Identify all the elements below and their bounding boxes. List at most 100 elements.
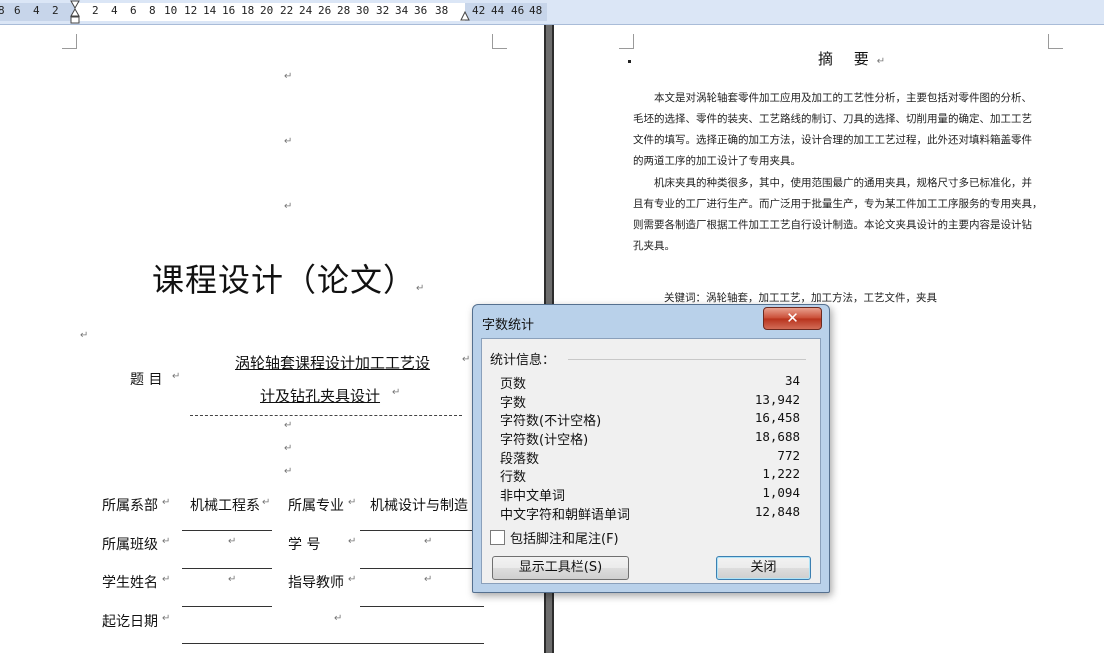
paragraph-mark: ↵ bbox=[162, 536, 171, 547]
stat-row-chars-no-spaces: 字符数(不计空格) 16,458 bbox=[500, 410, 800, 429]
ruler-tick: 4 bbox=[33, 4, 40, 17]
ruler-tick: 46 bbox=[511, 4, 525, 17]
stat-value: 18,688 bbox=[754, 429, 800, 444]
stat-value: 1,222 bbox=[762, 466, 800, 481]
crop-mark bbox=[492, 34, 507, 49]
ruler-tick: 48 bbox=[529, 4, 543, 17]
stat-row-pages: 页数 34 bbox=[500, 373, 800, 392]
stat-value: 12,848 bbox=[754, 504, 800, 519]
paragraph-mark: ↵ bbox=[392, 387, 401, 398]
stat-label: 段落数 bbox=[500, 452, 540, 467]
horizontal-ruler[interactable]: 8 6 4 2 2 4 6 8 10 12 14 16 18 20 22 24 … bbox=[0, 0, 1104, 25]
stat-label: 中文字符和朝鲜语单词 bbox=[500, 508, 631, 523]
stat-value: 1,094 bbox=[762, 485, 800, 500]
ruler-tick: 2 bbox=[92, 4, 99, 17]
stat-row-chars-with-spaces: 字符数(计空格) 18,688 bbox=[500, 429, 800, 448]
ruler-tick: 14 bbox=[203, 4, 217, 17]
stat-value: 772 bbox=[777, 448, 800, 463]
dialog-titlebar[interactable]: 字数统计 ✕ bbox=[473, 305, 829, 339]
stat-row-lines: 行数 1,222 bbox=[500, 466, 800, 485]
paragraph-mark: ↵ bbox=[262, 497, 271, 508]
ruler-tick: 38 bbox=[435, 4, 449, 17]
abstract-title: 摘 要↵ bbox=[818, 50, 886, 68]
include-footnotes-checkbox[interactable] bbox=[490, 530, 505, 545]
paragraph-mark: ↵ bbox=[228, 536, 237, 547]
right-indent-marker[interactable] bbox=[460, 0, 470, 24]
stat-value: 13,942 bbox=[754, 392, 800, 407]
abstract-line: 文件的填写。选择正确的加工方法，设计合理的加工工艺过程，此外还对填料箱盖零件 bbox=[633, 134, 1032, 146]
crop-mark bbox=[62, 34, 77, 49]
underline bbox=[360, 606, 484, 607]
close-icon[interactable]: ✕ bbox=[763, 307, 822, 330]
ruler-tick: 2 bbox=[52, 4, 59, 17]
stat-row-paragraphs: 段落数 772 bbox=[500, 448, 800, 467]
advisor-label: 指导教师 bbox=[288, 575, 344, 591]
ruler-tick: 6 bbox=[130, 4, 137, 17]
paragraph-mark: ↵ bbox=[172, 371, 181, 382]
paragraph-mark: ↵ bbox=[162, 497, 171, 508]
paragraph-mark: ↵ bbox=[284, 466, 293, 477]
crop-mark bbox=[1048, 34, 1063, 49]
section-divider bbox=[190, 415, 462, 416]
ruler-tick: 42 bbox=[472, 4, 486, 17]
major-value: 机械设计与制造 bbox=[370, 498, 468, 514]
close-button[interactable]: 关闭 bbox=[716, 556, 811, 580]
ruler-tick: 30 bbox=[356, 4, 370, 17]
stat-row-non-chinese-words: 非中文单词 1,094 bbox=[500, 485, 800, 504]
class-label: 所属班级 bbox=[102, 537, 158, 553]
underline bbox=[360, 568, 484, 569]
abstract-line: 毛坯的选择、零件的装夹、工艺路线的制订、刀具的选择、切削用量的确定、加工工艺 bbox=[633, 113, 1032, 125]
ruler-tick: 4 bbox=[111, 4, 118, 17]
ruler-tick: 6 bbox=[14, 4, 21, 17]
paragraph-mark: ↵ bbox=[284, 136, 293, 147]
underline bbox=[360, 530, 484, 531]
paragraph-mark: ↵ bbox=[162, 613, 171, 624]
stat-label: 字数 bbox=[500, 396, 527, 411]
dept-label: 所属系部 bbox=[102, 498, 158, 514]
paragraph-mark: ↵ bbox=[284, 443, 293, 454]
crop-mark bbox=[619, 34, 634, 49]
stat-value: 34 bbox=[784, 373, 800, 388]
student-name-label: 学生姓名 bbox=[102, 575, 158, 591]
include-footnotes-label[interactable]: 包括脚注和尾注(F) bbox=[510, 528, 619, 547]
paragraph-mark: ↵ bbox=[348, 574, 357, 585]
ruler-tick: 32 bbox=[376, 4, 390, 17]
dialog-body: 统计信息： 页数 34 字数 13,942 字符数(不计空格) 16,458 字… bbox=[481, 338, 821, 584]
word-count-dialog[interactable]: 字数统计 ✕ 统计信息： 页数 34 字数 13,942 字符数(不计空格) 1… bbox=[472, 304, 830, 593]
paragraph-mark: ↵ bbox=[228, 574, 237, 585]
paragraph-mark: ↵ bbox=[284, 420, 293, 431]
topic-value-line1: 涡轮轴套课程设计加工工艺设 bbox=[235, 354, 431, 372]
stat-label: 页数 bbox=[500, 377, 527, 392]
topic-value-line2: 计及钻孔夹具设计 bbox=[260, 387, 381, 405]
ruler-tick: 18 bbox=[241, 4, 255, 17]
stat-row-words: 字数 13,942 bbox=[500, 392, 800, 411]
abstract-line: 本文是对涡轮轴套零件加工应用及加工的工艺性分析，主要包括对零件图的分析、 bbox=[654, 92, 1032, 104]
dialog-title: 字数统计 bbox=[482, 318, 535, 333]
topic-label: 题 目 bbox=[130, 372, 163, 388]
document-page-left[interactable]: ↵ ↵ ↵ 课程设计（论文）↵ ↵ 题 目 ↵ 涡轮轴套课程设计加工工艺设 ↵ … bbox=[0, 25, 544, 653]
show-toolbar-button[interactable]: 显示工具栏(S) bbox=[492, 556, 629, 580]
ruler-tick: 28 bbox=[337, 4, 351, 17]
document-title: 课程设计（论文）↵ bbox=[152, 261, 426, 299]
ruler-tick: 44 bbox=[491, 4, 505, 17]
group-divider bbox=[568, 359, 806, 360]
student-id-label: 学 号 bbox=[288, 537, 321, 553]
ruler-tick: 22 bbox=[280, 4, 294, 17]
paragraph-mark: ↵ bbox=[348, 536, 357, 547]
ruler-tick: 36 bbox=[414, 4, 428, 17]
paragraph-mark: ↵ bbox=[284, 201, 293, 212]
ruler-tick: 20 bbox=[260, 4, 274, 17]
paragraph-mark: ↵ bbox=[80, 330, 89, 341]
ruler-tick: 12 bbox=[184, 4, 198, 17]
stat-label: 行数 bbox=[500, 470, 527, 485]
paragraph-mark: ↵ bbox=[462, 354, 471, 365]
stat-row-chinese-korean: 中文字符和朝鲜语单词 12,848 bbox=[500, 504, 800, 523]
date-label: 起讫日期 bbox=[102, 614, 158, 630]
keywords-line: 关键词：涡轮轴套，加工工艺，加工方法，工艺文件，夹具 bbox=[664, 292, 937, 304]
first-line-indent-marker[interactable] bbox=[70, 0, 80, 24]
abstract-line: 孔夹具。 bbox=[633, 240, 675, 252]
abstract-line: 则需要各制造厂根据工件加工工艺自行设计制造。本论文夹具设计的主要内容是设计钻 bbox=[633, 219, 1032, 231]
abstract-line: 且有专业的工厂进行生产。而广泛用于批量生产，专为某工件加工工序服务的专用夹具， bbox=[633, 198, 1043, 210]
paragraph-mark: ↵ bbox=[162, 574, 171, 585]
stat-label: 字符数(计空格) bbox=[500, 433, 589, 448]
